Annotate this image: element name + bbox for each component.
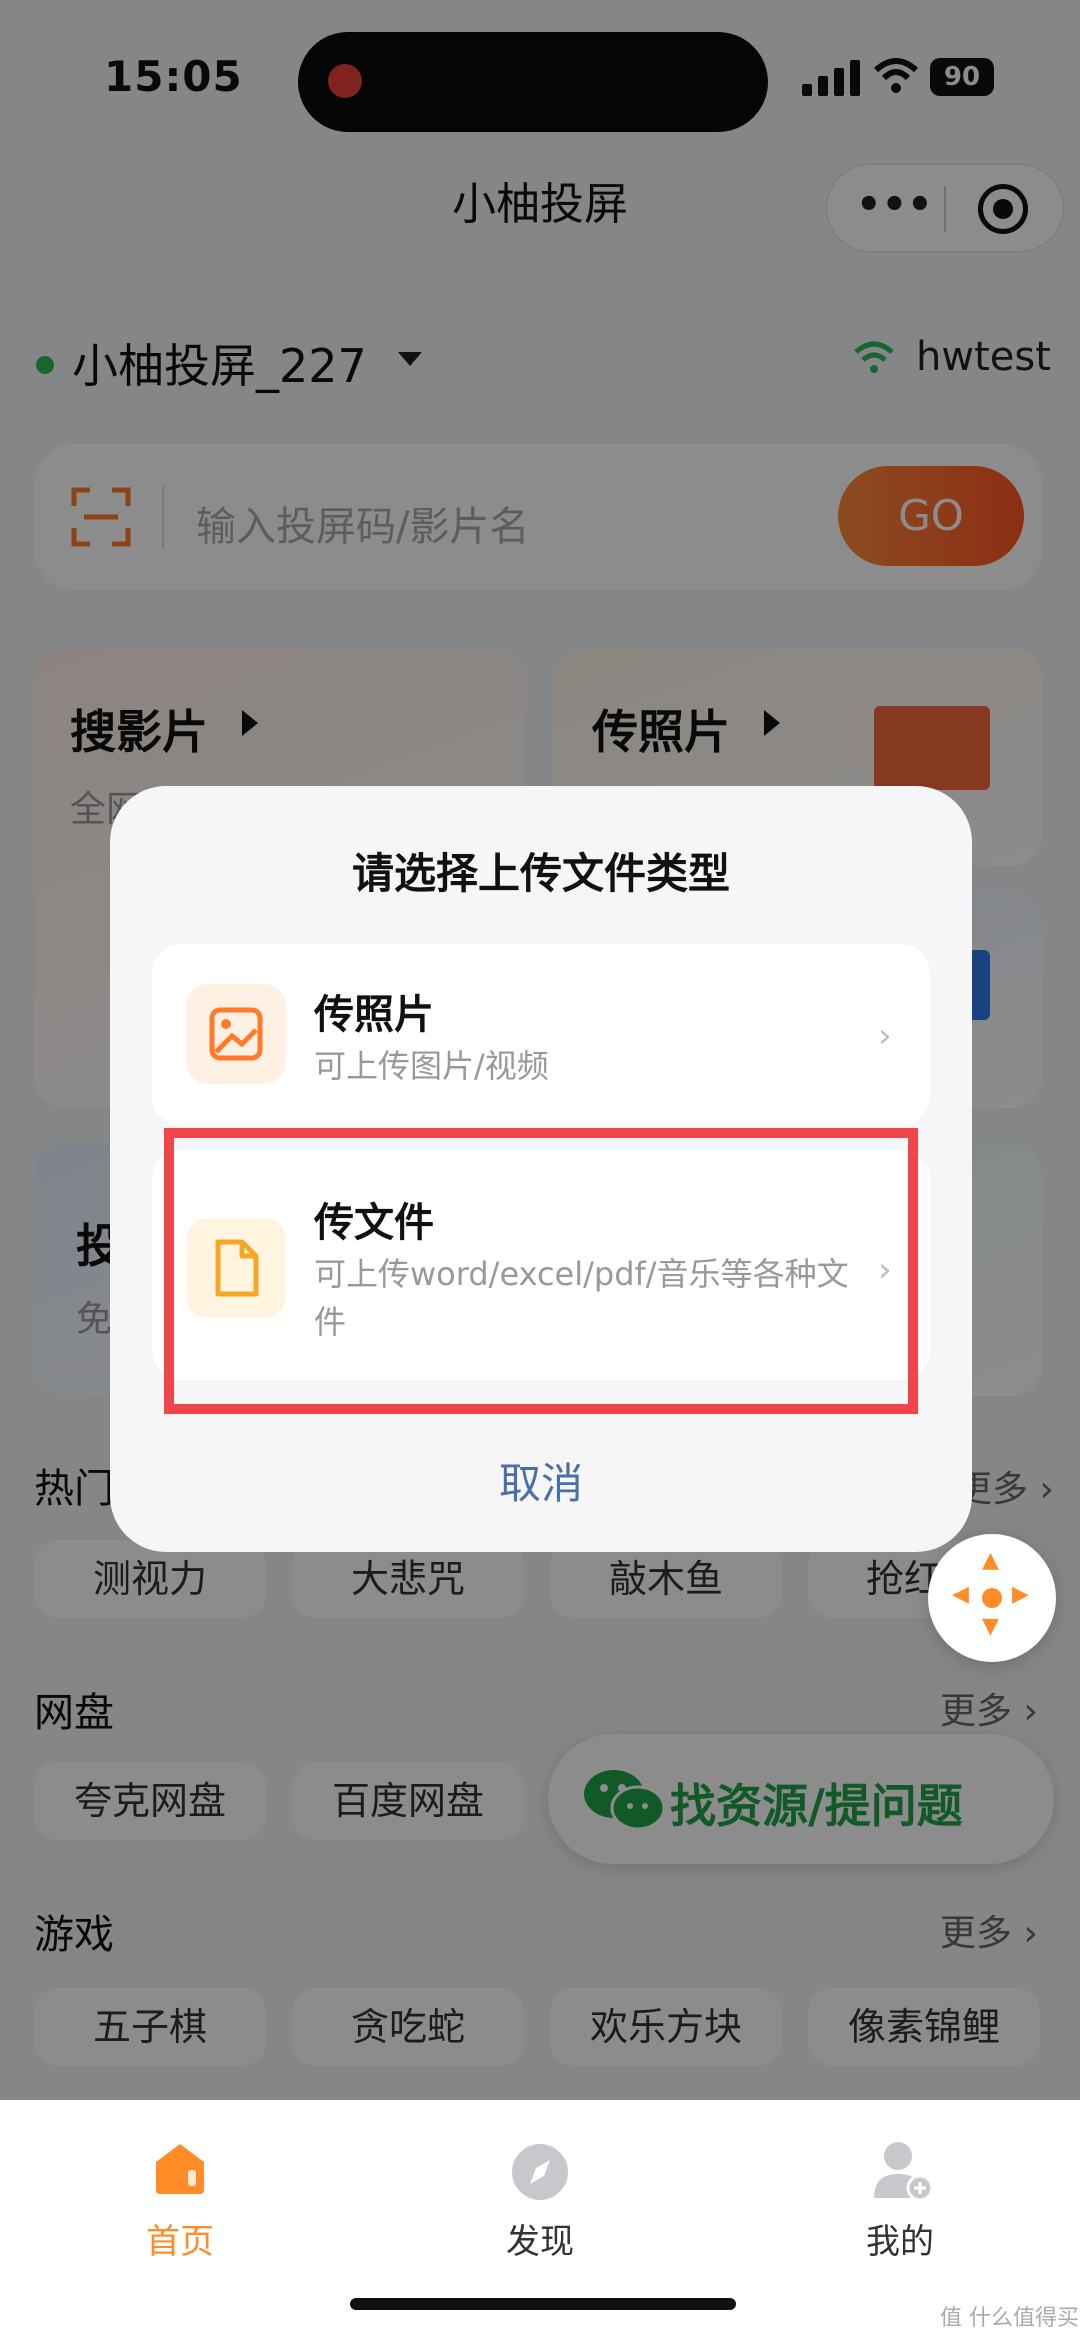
tab-discover[interactable]: 发现 xyxy=(450,2214,630,2263)
dialog-title: 请选择上传文件类型 xyxy=(351,849,730,898)
remote-left-icon: ◀ xyxy=(952,1582,969,1607)
chevron-right-icon: › xyxy=(878,1016,892,1056)
remote-up-icon: ▲ xyxy=(982,1548,999,1573)
watermark: 值 什么值得买 xyxy=(940,2306,1079,2331)
tab-home[interactable]: 首页 xyxy=(90,2214,270,2263)
option-photo-title: 传照片 xyxy=(314,992,434,1038)
image-icon xyxy=(186,984,286,1084)
remote-right-icon: ▶ xyxy=(1012,1582,1029,1607)
option-photo-subtitle: 可上传图片/视频 xyxy=(314,1047,549,1085)
remote-down-icon: ▼ xyxy=(982,1614,999,1639)
remote-control-icon xyxy=(982,1588,1002,1608)
home-indicator xyxy=(350,2298,736,2310)
profile-icon[interactable] xyxy=(870,2138,934,2202)
home-icon[interactable] xyxy=(152,2140,208,2196)
highlight-annotation xyxy=(164,1128,918,1414)
cancel-button[interactable]: 取消 xyxy=(110,1450,972,1511)
tab-mine[interactable]: 我的 xyxy=(810,2214,990,2263)
compass-icon[interactable] xyxy=(510,2142,570,2202)
